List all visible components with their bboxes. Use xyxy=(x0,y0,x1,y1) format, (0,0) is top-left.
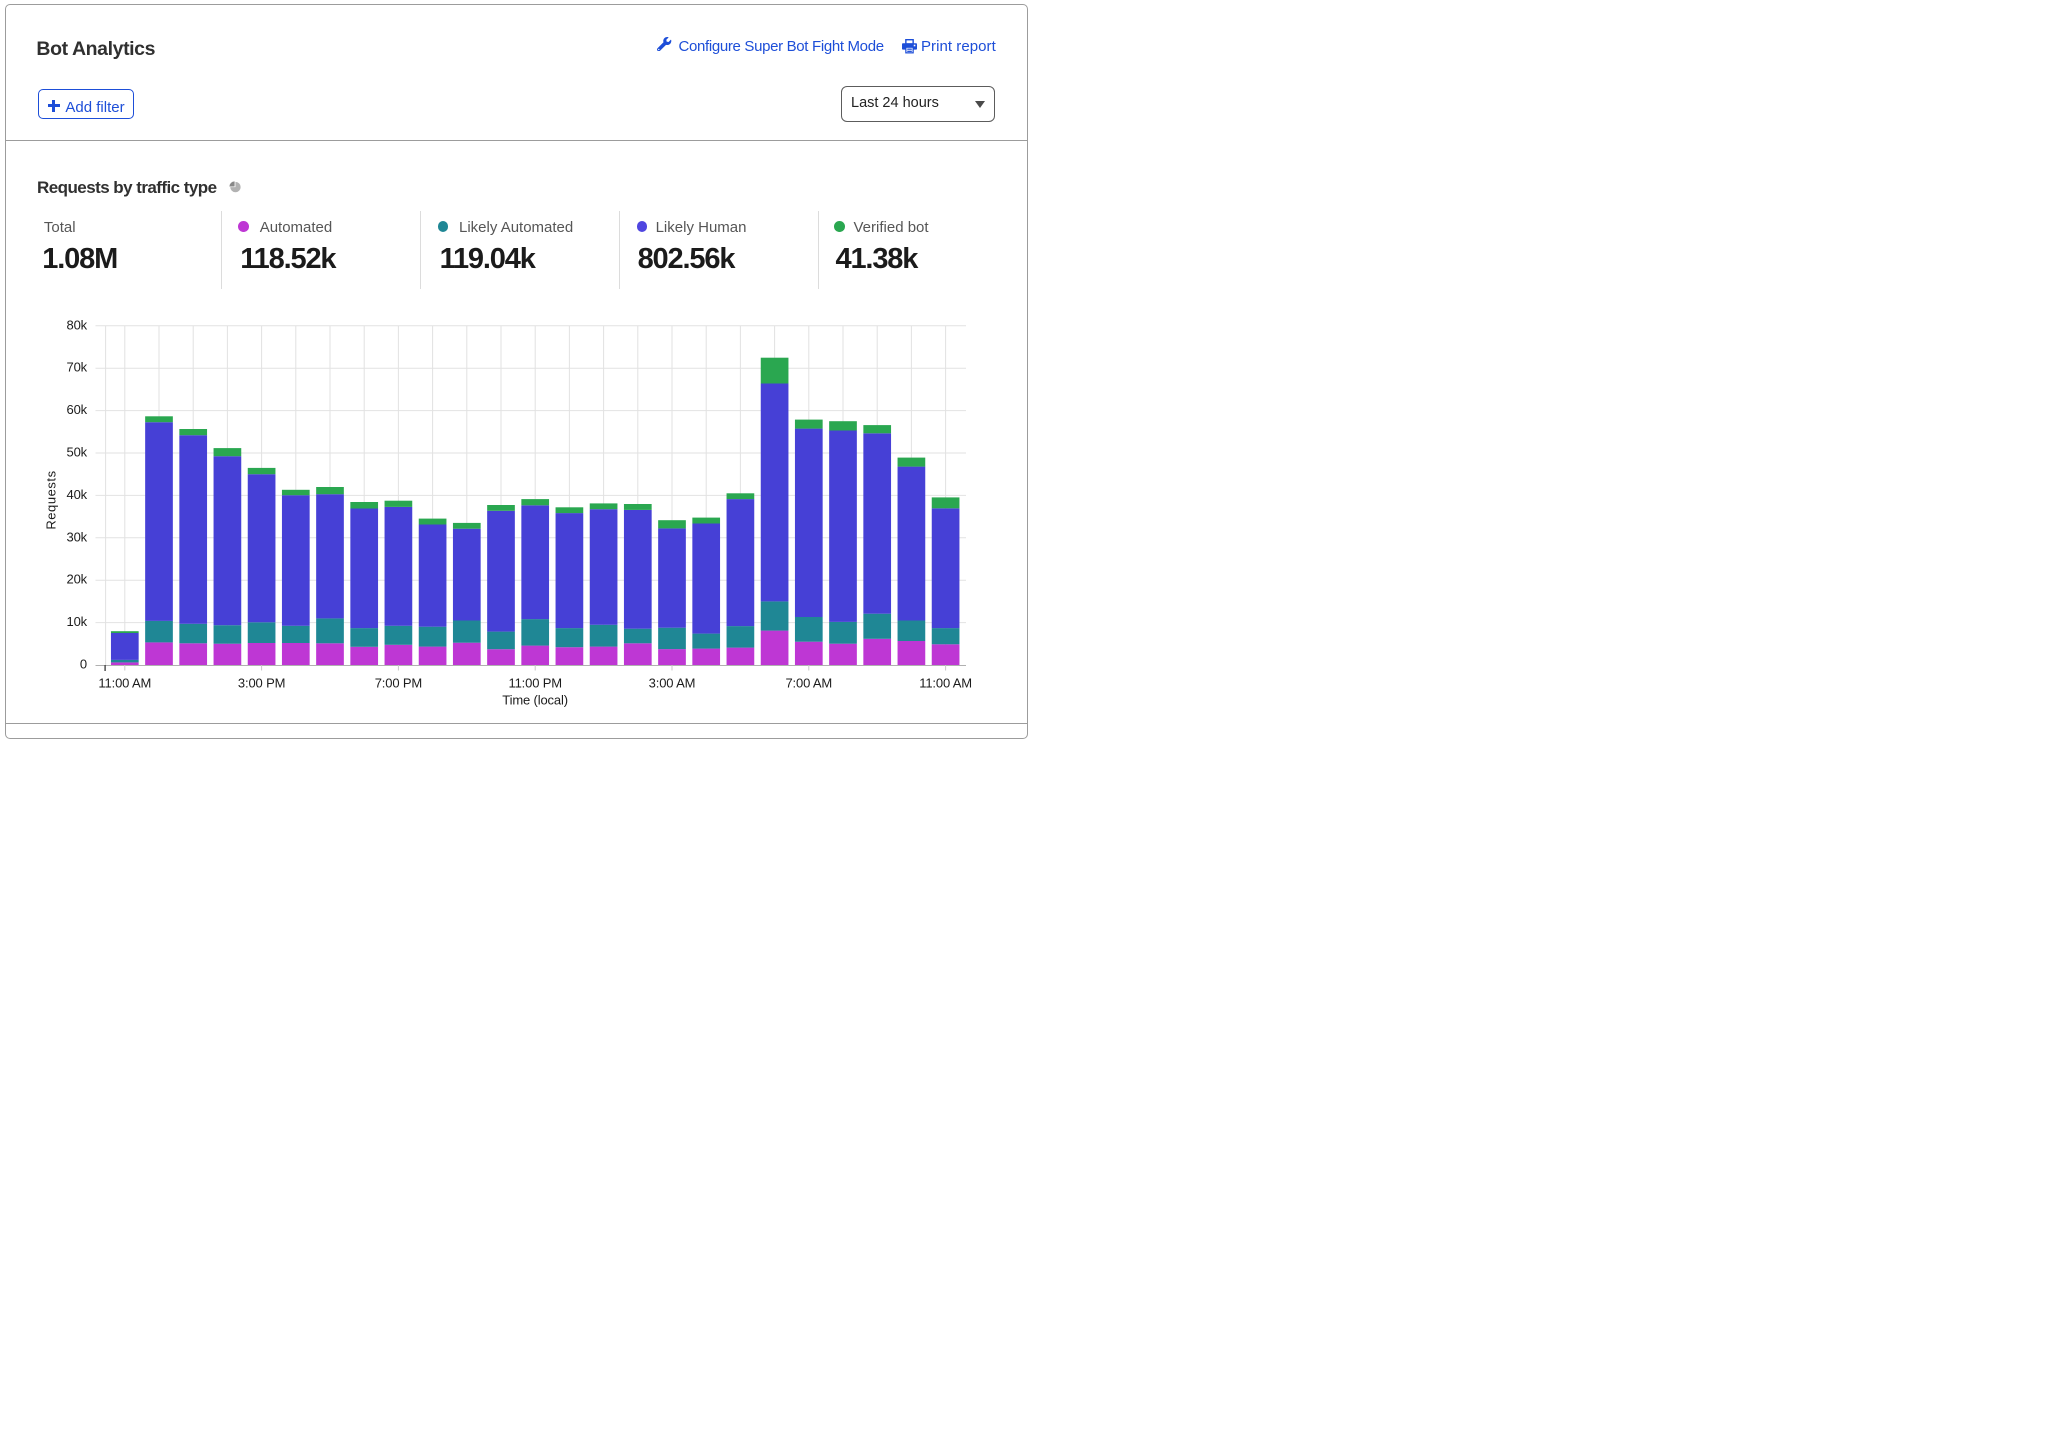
svg-text:11:00 AM: 11:00 AM xyxy=(98,676,151,691)
svg-text:7:00 AM: 7:00 AM xyxy=(785,676,832,691)
svg-text:70k: 70k xyxy=(66,360,87,375)
svg-text:60k: 60k xyxy=(66,402,87,417)
svg-text:Requests: Requests xyxy=(44,470,59,529)
svg-text:80k: 80k xyxy=(66,317,87,332)
svg-text:20k: 20k xyxy=(66,572,87,587)
svg-text:50k: 50k xyxy=(66,445,87,460)
svg-text:40k: 40k xyxy=(66,487,87,502)
svg-text:Time (local): Time (local) xyxy=(502,692,568,707)
svg-text:0: 0 xyxy=(80,657,87,672)
svg-text:11:00 AM: 11:00 AM xyxy=(919,676,972,691)
svg-text:11:00 PM: 11:00 PM xyxy=(508,676,561,691)
svg-text:3:00 PM: 3:00 PM xyxy=(238,676,285,691)
svg-text:10k: 10k xyxy=(66,614,87,629)
svg-text:3:00 AM: 3:00 AM xyxy=(649,676,696,691)
svg-text:30k: 30k xyxy=(66,529,87,544)
svg-text:7:00 PM: 7:00 PM xyxy=(375,676,422,691)
